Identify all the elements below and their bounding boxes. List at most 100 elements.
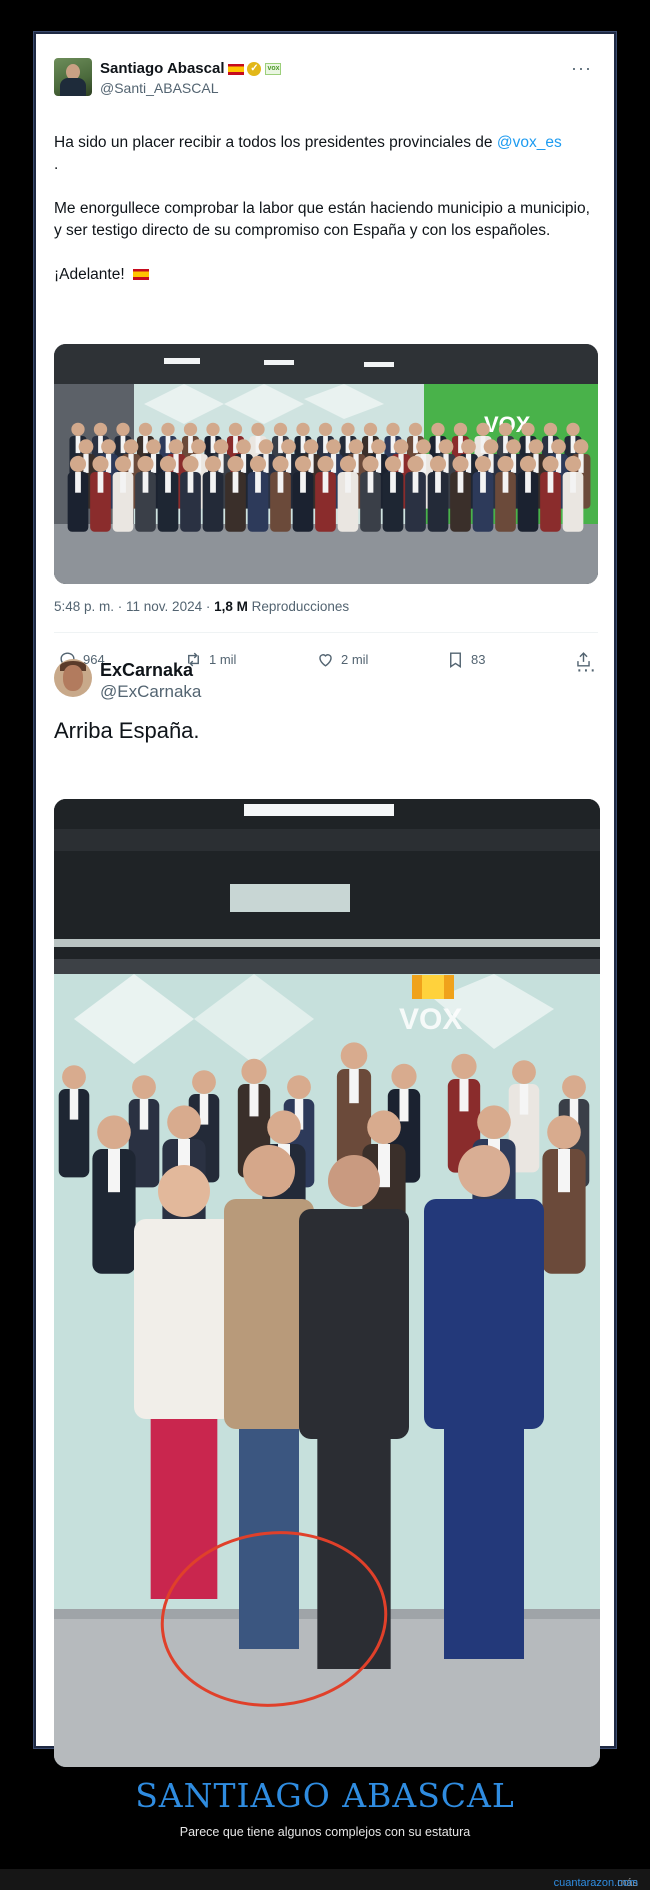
- author-name-row[interactable]: Santiago Abascal ✓ vox: [100, 60, 282, 77]
- crowd-person: [182, 455, 199, 472]
- crowd-person: [267, 1110, 301, 1144]
- author-handle[interactable]: @ExCarnaka: [100, 682, 201, 702]
- avatar[interactable]: [54, 659, 92, 697]
- crowd-person: [167, 1105, 201, 1139]
- crowd-person: [451, 1053, 477, 1079]
- spain-flag-icon: [132, 269, 149, 281]
- crowd-person: [192, 1070, 216, 1094]
- crowd-person: [393, 439, 409, 454]
- crowd-person-part: [134, 1219, 234, 1419]
- crowd-person-part: [349, 1069, 359, 1104]
- group-photo-illustration: VOX: [54, 344, 598, 584]
- tweet-photo-group[interactable]: VOX: [54, 344, 598, 584]
- crowd-person: [543, 422, 558, 436]
- tweet-paragraph-2: Me enorgullece comprobar la labor que es…: [54, 200, 590, 239]
- crowd-person-part: [69, 1089, 79, 1120]
- crowd-person: [551, 439, 566, 454]
- crowd-person-part: [558, 1149, 570, 1193]
- crowd-person-part: [399, 1089, 409, 1122]
- crowd-person: [168, 439, 184, 454]
- crowd-person: [341, 422, 355, 436]
- timestamp[interactable]: 5:48 p. m. · 11 nov. 2024 ·: [54, 599, 214, 614]
- footer-bar: más en cuantarazon.com: [0, 1869, 650, 1890]
- spain-flag-icon: [228, 63, 245, 75]
- tweet-photo-closeup[interactable]: VOX: [54, 799, 600, 1767]
- crowd-person: [206, 422, 220, 436]
- crowd-person: [236, 439, 251, 454]
- crowd-person: [340, 1042, 368, 1069]
- crowd-person: [161, 422, 175, 436]
- tweet-meta: 5:48 p. m. · 11 nov. 2024 · 1,8 M Reprod…: [54, 599, 349, 614]
- crowd-person: [114, 455, 132, 472]
- crowd-person-part: [239, 1429, 299, 1649]
- crowd-person-part: [424, 1199, 544, 1429]
- bookmark-button[interactable]: 83: [446, 650, 485, 669]
- like-count: 2 mil: [341, 652, 369, 667]
- crowd-person: [272, 455, 289, 472]
- crowd-person: [562, 1075, 586, 1099]
- crowd-person: [97, 1115, 131, 1149]
- crowd-person: [408, 422, 423, 436]
- crowd-person: [227, 455, 244, 472]
- screenshot-frame: Santiago Abascal ✓ vox @Santi_ABASCAL ··· …: [33, 31, 617, 1767]
- crowd-person: [228, 422, 243, 436]
- crowd-person: [123, 439, 139, 454]
- crowd-person: [431, 422, 445, 436]
- crowd-person: [384, 455, 402, 472]
- vox-sign-text: VOX: [399, 1003, 462, 1036]
- crowd-person: [93, 422, 108, 436]
- divider: [54, 632, 598, 633]
- bookmark-count: 83: [471, 652, 486, 667]
- crowd-person: [241, 1058, 267, 1084]
- crowd-person: [116, 422, 130, 436]
- crowd-person: [273, 422, 288, 436]
- crowd-person: [326, 439, 341, 454]
- crowd-person: [506, 439, 521, 454]
- vox-affiliate-badge-icon[interactable]: vox: [265, 63, 282, 76]
- crowd-person-part: [199, 1094, 209, 1125]
- more-icon[interactable]: ···: [576, 659, 596, 682]
- crowd-person: [191, 439, 206, 454]
- bookmark-icon: [450, 652, 461, 668]
- tweet-text: Ha sido un placer recibir a todos los pr…: [54, 132, 598, 308]
- crowd-person-part: [243, 1145, 295, 1197]
- crowd-person: [69, 455, 87, 472]
- footer-site-link[interactable]: cuantarazon.com: [554, 1877, 638, 1889]
- author-name[interactable]: ExCarnaka: [100, 660, 193, 681]
- crowd-person: [497, 455, 514, 472]
- crowd-person: [138, 422, 153, 436]
- crowd-person: [318, 422, 333, 436]
- crowd-person: [476, 422, 490, 436]
- crowd-person: [213, 439, 229, 454]
- crowd-person: [296, 422, 310, 436]
- author-handle[interactable]: @Santi_ABASCAL: [100, 80, 219, 96]
- crowd-person: [477, 1105, 511, 1139]
- crowd-person: [452, 455, 469, 472]
- crowd-person-part: [519, 1084, 529, 1115]
- crowd-person: [528, 439, 544, 454]
- crowd-person: [438, 439, 454, 454]
- mention-link[interactable]: @vox_es: [497, 134, 562, 151]
- crowd-person-part: [108, 1149, 120, 1193]
- crowd-person: [132, 1075, 156, 1099]
- crowd-person: [317, 455, 334, 472]
- crowd-person-part: [458, 1145, 510, 1197]
- crowd-person: [512, 1060, 536, 1084]
- avatar[interactable]: [54, 58, 92, 96]
- crowd-person: [294, 455, 312, 472]
- more-icon[interactable]: ···: [571, 58, 592, 79]
- crowd-person: [281, 439, 296, 454]
- crowd-person: [92, 455, 109, 472]
- crowd-person: [429, 455, 447, 472]
- crowd-person: [339, 455, 357, 472]
- like-button[interactable]: 2 mil: [316, 650, 368, 669]
- crowd-person-part: [444, 1429, 524, 1659]
- tweet-text-line: Ha sido un placer recibir a todos los pr…: [54, 134, 497, 151]
- author-name[interactable]: Santiago Abascal: [100, 60, 224, 77]
- crowd-person: [386, 422, 400, 436]
- crowd-person: [453, 422, 468, 436]
- closeup-photo-illustration: VOX: [54, 799, 600, 1767]
- crowd-person: [498, 422, 513, 436]
- crowd-person: [519, 455, 537, 472]
- view-count: 1,8 M: [214, 599, 248, 614]
